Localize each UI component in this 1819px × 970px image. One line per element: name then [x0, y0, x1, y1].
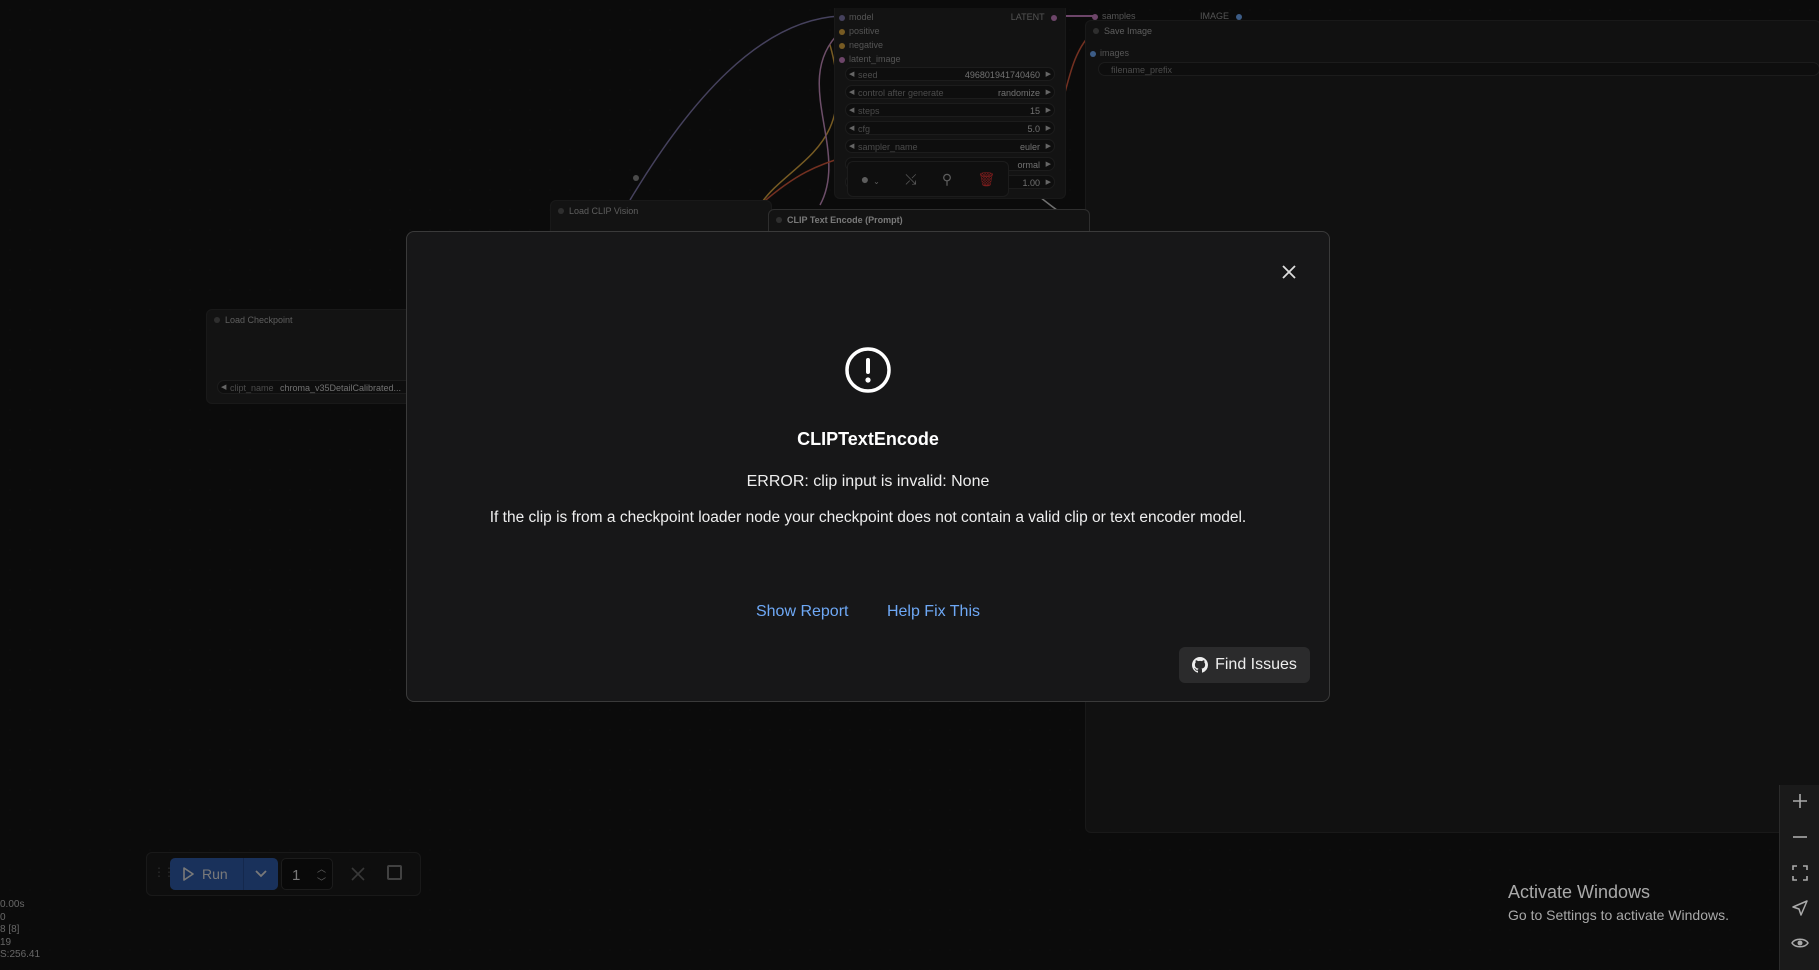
toggle-links-icon[interactable] — [1790, 933, 1810, 953]
exclamation-circle-icon — [845, 347, 891, 393]
find-issues-label: Find Issues — [1215, 656, 1297, 673]
error-title: CLIPTextEncode — [797, 429, 939, 449]
zoom-out-icon[interactable] — [1790, 827, 1810, 847]
activation-title: Activate Windows — [1508, 882, 1651, 902]
error-detail: If the clip is from a checkpoint loader … — [489, 509, 1247, 526]
show-report-link[interactable]: Show Report — [756, 603, 849, 620]
error-dialog: CLIPTextEncode ERROR: clip input is inva… — [406, 231, 1330, 702]
fit-view-icon[interactable] — [1790, 863, 1810, 883]
activation-subtitle: Go to Settings to activate Windows. — [1508, 907, 1729, 923]
canvas-controls — [1779, 785, 1819, 970]
close-icon[interactable] — [1279, 262, 1299, 282]
github-icon — [1192, 657, 1209, 673]
find-issues-button[interactable]: Find Issues — [1179, 647, 1310, 683]
pointer-mode-icon[interactable] — [1790, 898, 1810, 918]
error-message: ERROR: clip input is invalid: None — [746, 473, 990, 490]
zoom-in-icon[interactable] — [1790, 791, 1810, 811]
windows-activation-watermark: Activate Windows Go to Settings to activ… — [1508, 882, 1729, 923]
help-fix-link[interactable]: Help Fix This — [887, 603, 980, 620]
error-actions: Show Report Help Fix This — [407, 603, 1329, 621]
